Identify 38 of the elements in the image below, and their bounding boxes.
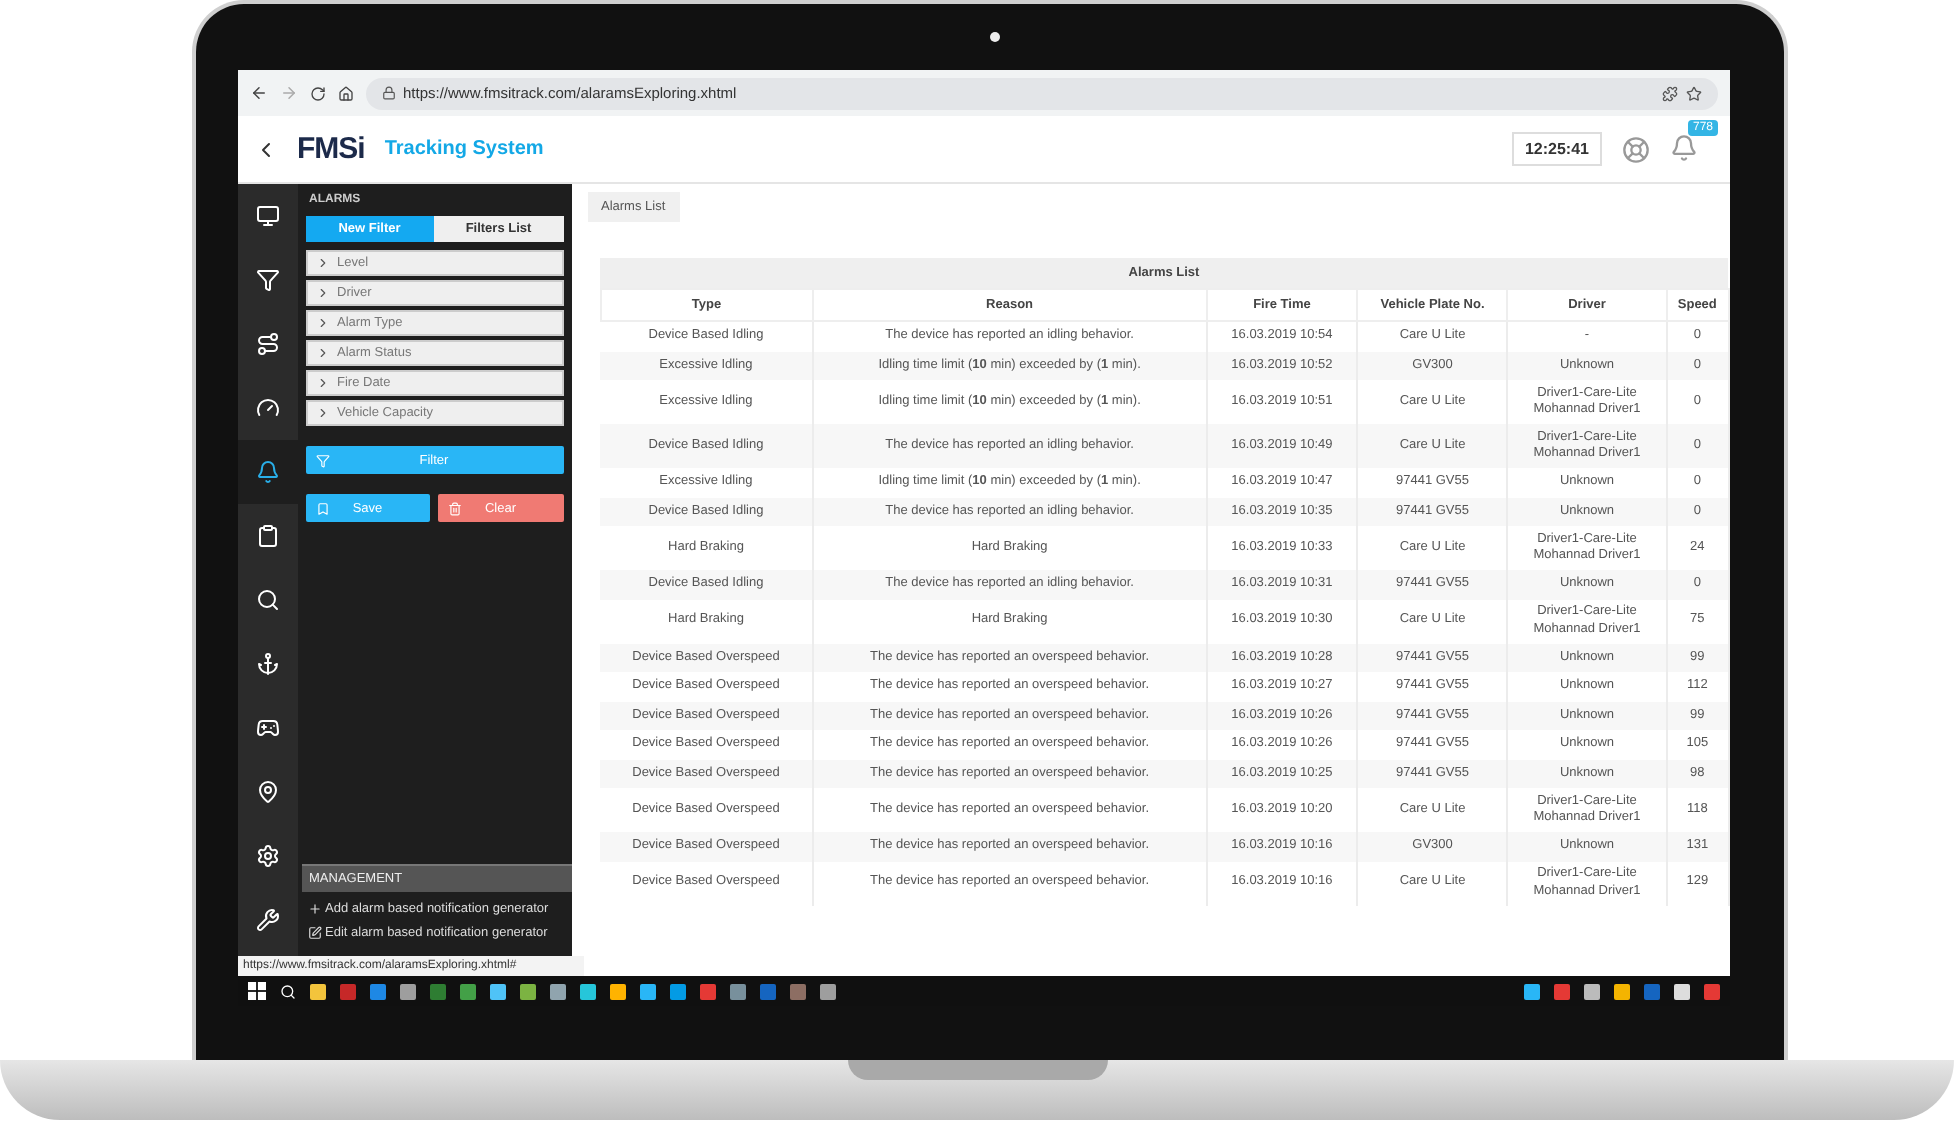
gauge-icon xyxy=(255,396,279,420)
gamepad-icon xyxy=(255,716,279,740)
chevron-icon xyxy=(315,376,329,390)
bookmark-icon xyxy=(315,501,329,515)
search-icon xyxy=(255,588,279,612)
extension-icon[interactable] xyxy=(1661,85,1677,101)
chevron-icon xyxy=(315,406,329,420)
app-title: Tracking System xyxy=(384,138,544,160)
map-pin-icon xyxy=(255,780,279,804)
back-icon[interactable] xyxy=(249,84,267,102)
anchor-icon xyxy=(255,652,279,676)
monitor-icon xyxy=(255,204,279,228)
trash-icon xyxy=(448,501,462,515)
logo: FMSi xyxy=(297,132,365,166)
bell-icon xyxy=(255,460,279,484)
bell-icon[interactable] xyxy=(1669,133,1697,161)
plus-icon xyxy=(307,902,321,916)
chevron-icon xyxy=(315,316,329,330)
lifebuoy-icon[interactable] xyxy=(1621,135,1649,163)
edit-icon xyxy=(307,926,321,940)
chevron-icon xyxy=(315,346,329,360)
reload-icon[interactable] xyxy=(309,85,325,101)
home-icon[interactable] xyxy=(337,85,353,101)
clipboard-icon xyxy=(255,524,279,548)
settings-icon xyxy=(255,844,279,868)
camera-dot xyxy=(989,32,999,42)
filter-icon xyxy=(255,268,279,292)
filter-icon xyxy=(315,453,329,467)
lock-icon xyxy=(381,86,395,100)
chevron-icon xyxy=(315,256,329,270)
route-icon xyxy=(255,332,279,356)
clock: 12:25:41 xyxy=(1512,132,1601,166)
wrench-icon xyxy=(255,908,279,932)
windows-start-icon[interactable] xyxy=(247,982,265,1000)
star-icon[interactable] xyxy=(1685,85,1701,101)
chevron-icon xyxy=(315,286,329,300)
sidebar-item[interactable] xyxy=(237,440,297,504)
search-icon[interactable] xyxy=(279,983,295,999)
